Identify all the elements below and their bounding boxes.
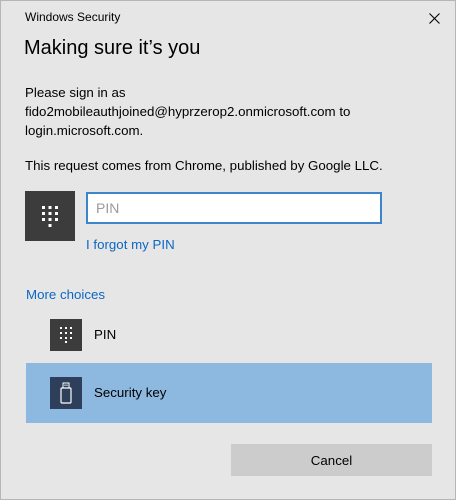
forgot-pin-link[interactable]: I forgot my PIN [86, 237, 175, 252]
close-button[interactable] [419, 3, 449, 33]
choice-pin-tile [50, 319, 82, 351]
close-icon [428, 12, 440, 24]
keypad-icon [42, 206, 58, 227]
windows-security-dialog: Windows Security Making sure it’s you Pl… [0, 0, 456, 500]
pin-tile [25, 191, 75, 241]
sign-in-site: login.microsoft.com. [25, 123, 144, 138]
choice-security-key-label: Security key [94, 385, 167, 400]
usb-key-icon [60, 382, 72, 404]
choice-pin[interactable]: PIN [26, 305, 432, 365]
keypad-icon [60, 327, 72, 343]
dialog-heading: Making sure it’s you [24, 37, 201, 59]
request-origin-text: This request comes from Chrome, publishe… [25, 158, 383, 173]
sign-in-line-1: Please sign in as [25, 85, 126, 100]
sign-in-account: fido2mobileauthjoined@hyprzerop2.onmicro… [25, 104, 351, 119]
sign-in-message: Please sign in as fido2mobileauthjoined@… [25, 83, 350, 140]
more-choices-link[interactable]: More choices [26, 287, 105, 302]
choice-pin-label: PIN [94, 327, 117, 342]
window-title: Windows Security [25, 10, 121, 24]
cancel-button[interactable]: Cancel [231, 444, 432, 476]
pin-input[interactable] [86, 192, 382, 224]
choice-security-key-tile [50, 377, 82, 409]
choice-security-key[interactable]: Security key [26, 363, 432, 423]
